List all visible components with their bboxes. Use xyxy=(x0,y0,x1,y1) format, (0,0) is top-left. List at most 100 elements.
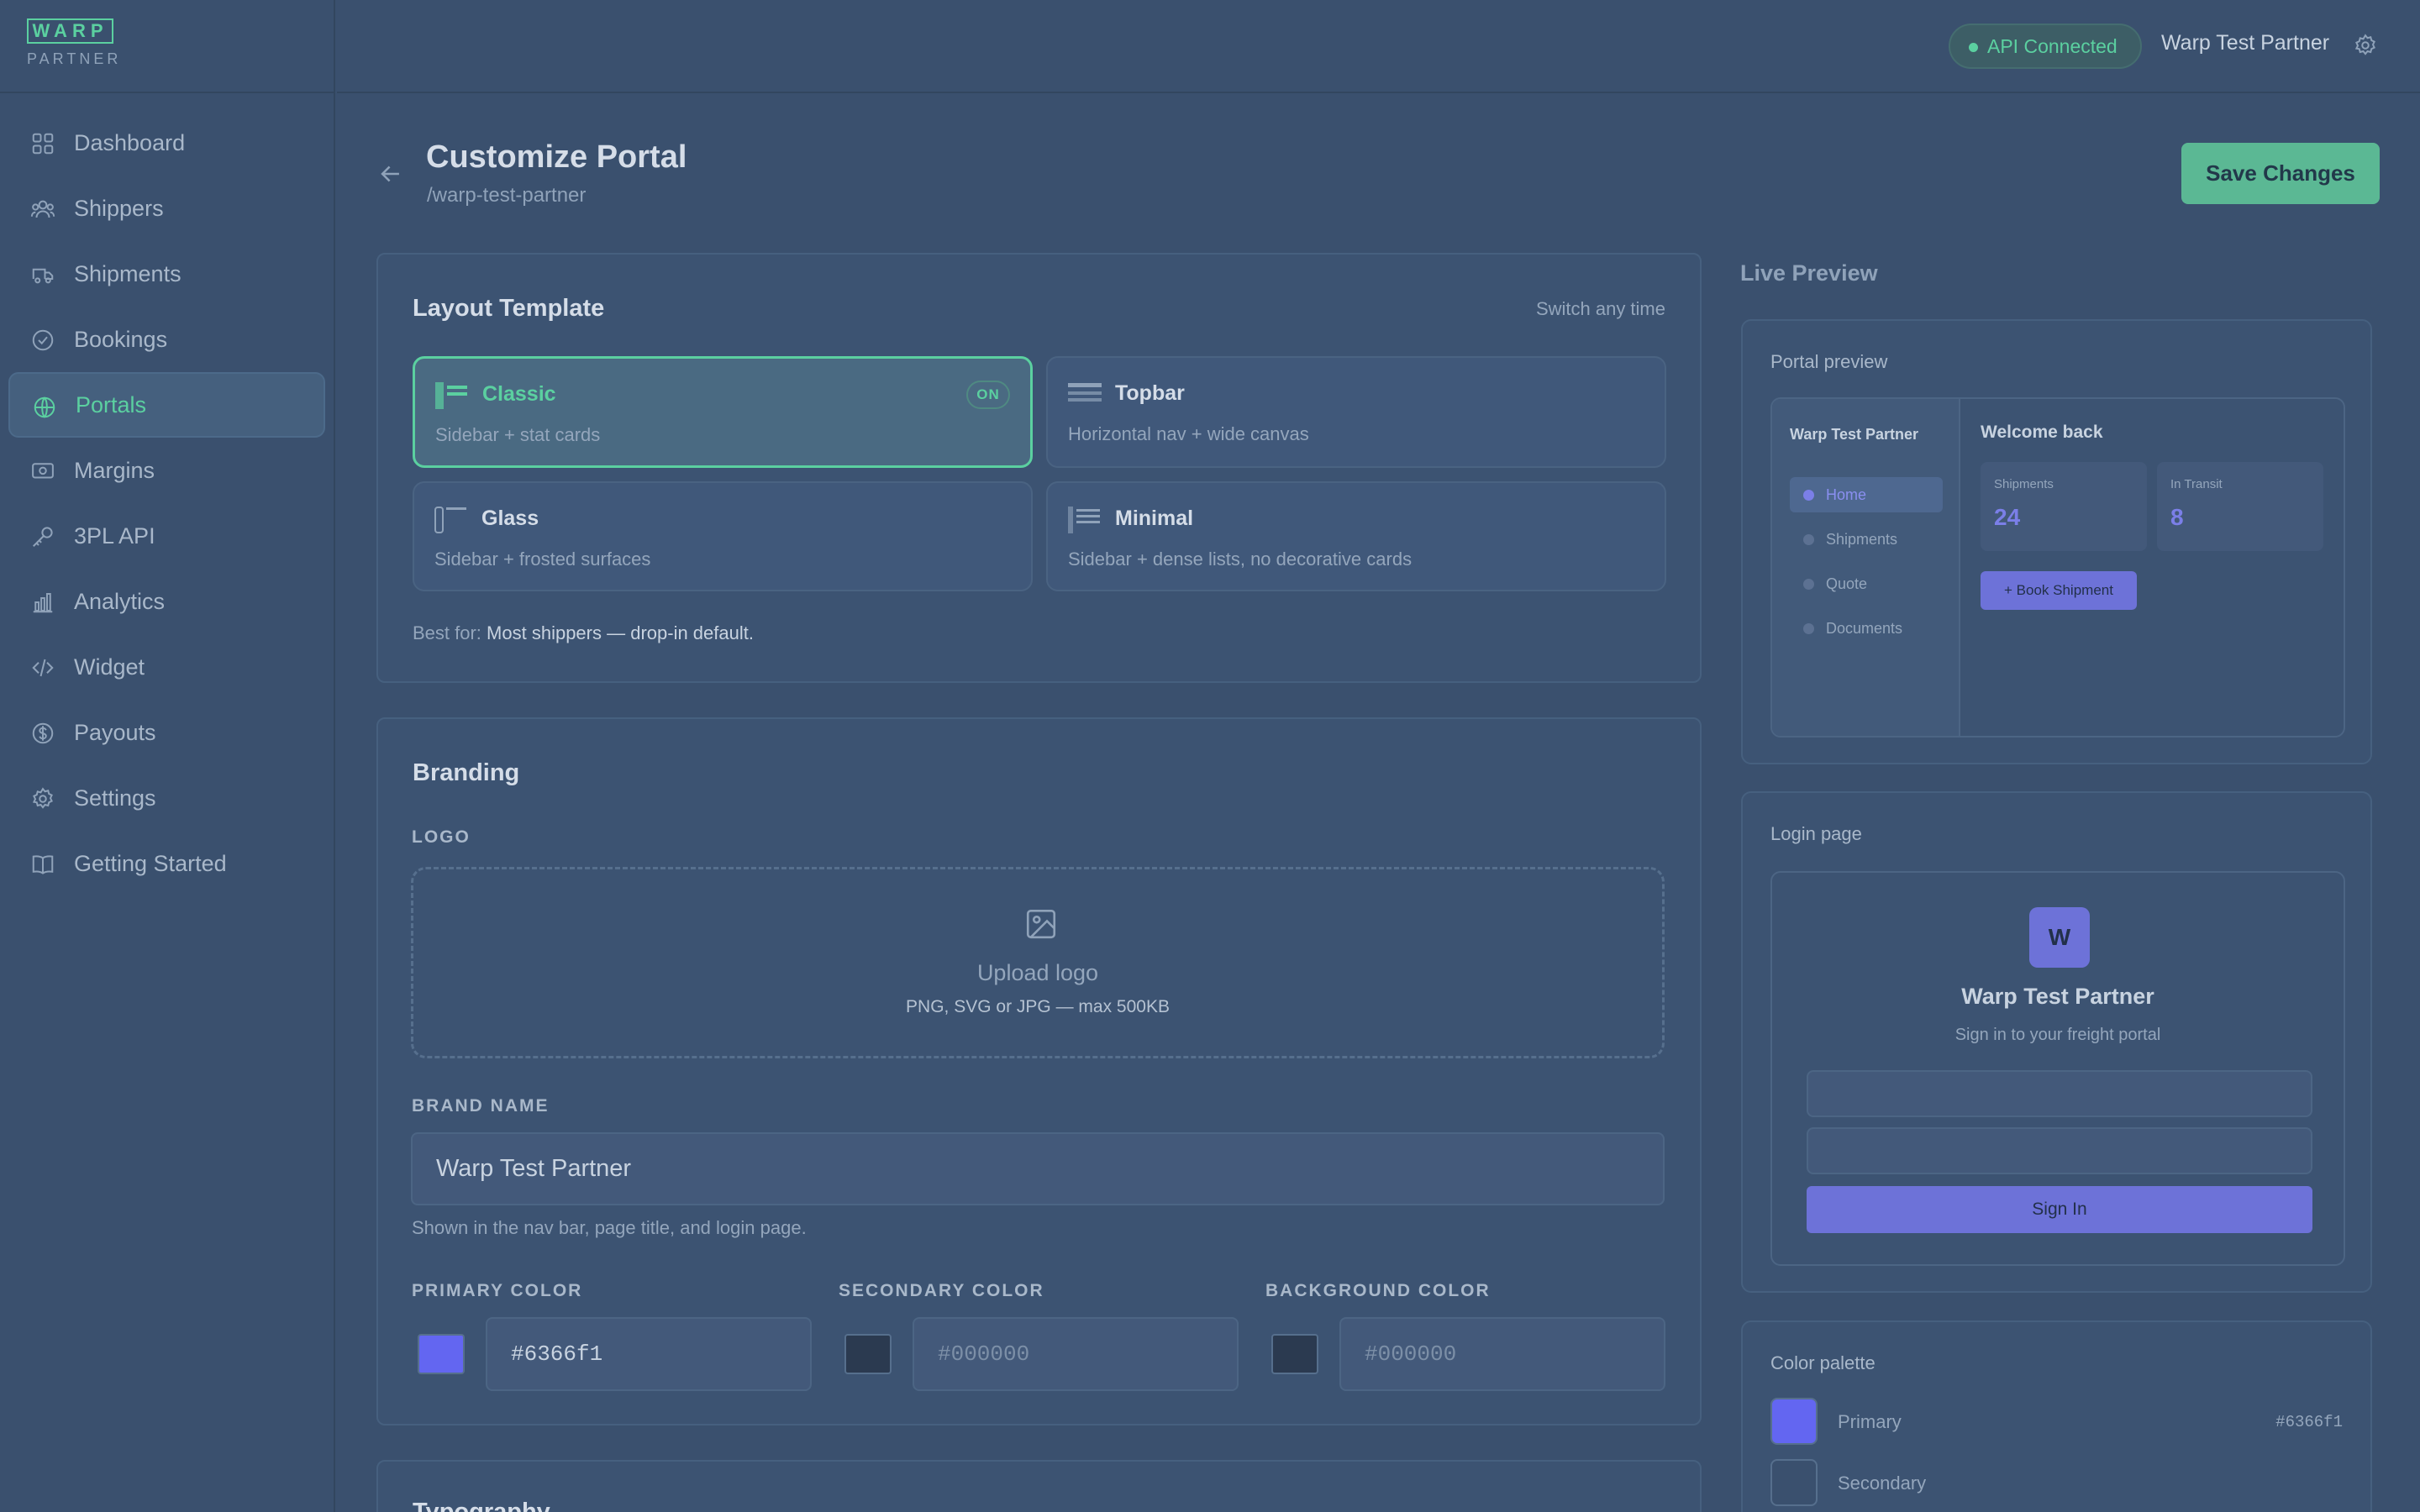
brand-name-hint: Shown in the nav bar, page title, and lo… xyxy=(412,1217,807,1238)
sidebar-nav: Dashboard Shippers Shipments Bookings Po… xyxy=(0,93,334,896)
api-status-label: API Connected xyxy=(1987,34,2118,57)
login-email-field xyxy=(1807,1070,2312,1117)
sidebar-item-dashboard[interactable]: Dashboard xyxy=(8,110,325,176)
sidebar-item-payouts[interactable]: Payouts xyxy=(8,700,325,765)
logo-label: LOGO xyxy=(412,827,471,847)
template-minimal[interactable]: Minimal Sidebar + dense lists, no decora… xyxy=(1046,481,1666,591)
logo-upload-dropzone[interactable]: Upload logo PNG, SVG or JPG — max 500KB xyxy=(411,867,1665,1058)
truck-icon xyxy=(30,262,55,287)
template-description: Horizontal nav + wide canvas xyxy=(1068,423,1309,444)
typography-card: Typography xyxy=(376,1460,1702,1512)
sidebar-item-label: Portals xyxy=(76,391,147,417)
palette-name: Primary xyxy=(1838,1411,1902,1432)
color-palette-label: Color palette xyxy=(1770,1352,1876,1373)
stat-value: 8 xyxy=(2170,504,2184,530)
active-badge: ON xyxy=(966,381,1010,409)
login-brand: Warp Test Partner xyxy=(1961,984,2154,1009)
mock-nav-item: Shipments xyxy=(1790,522,1943,557)
color-palette-card: Color palette Primary #6366f1 Secondary xyxy=(1741,1320,2372,1512)
minimal-layout-icon xyxy=(1068,507,1102,533)
sidebar-item-label: Shipments xyxy=(74,260,182,286)
section-title: Typography xyxy=(413,1499,550,1512)
sidebar-item-label: Widget xyxy=(74,654,145,680)
primary-color-input[interactable]: #6366f1 xyxy=(486,1317,812,1391)
primary-color-label: PRIMARY COLOR xyxy=(412,1281,583,1300)
brand-name-label: BRAND NAME xyxy=(412,1096,550,1116)
key-icon xyxy=(30,524,55,549)
save-changes-button[interactable]: Save Changes xyxy=(2181,143,2380,204)
glass-layout-icon xyxy=(434,507,468,533)
sidebar-item-3pl-api[interactable]: 3PL API xyxy=(8,503,325,569)
bar-chart-icon xyxy=(30,590,55,615)
sidebar-item-settings[interactable]: Settings xyxy=(8,765,325,831)
sidebar-item-widget[interactable]: Widget xyxy=(8,634,325,700)
template-name: Topbar xyxy=(1115,381,1185,405)
sidebar-item-label: Bookings xyxy=(74,326,168,352)
secondary-color-swatch[interactable] xyxy=(844,1334,892,1374)
sidebar-item-label: 3PL API xyxy=(74,522,155,549)
login-signin-button: Sign In xyxy=(1807,1186,2312,1233)
sidebar-item-label: Shippers xyxy=(74,195,164,221)
background-color-swatch[interactable] xyxy=(1271,1334,1318,1374)
topbar: API Connected Warp Test Partner xyxy=(337,0,2420,93)
brand-name-input[interactable]: Warp Test Partner xyxy=(411,1132,1665,1205)
primary-color-swatch[interactable] xyxy=(418,1334,465,1374)
palette-swatch xyxy=(1770,1459,1818,1506)
mock-nav-label: Documents xyxy=(1826,620,1903,637)
user-name[interactable]: Warp Test Partner xyxy=(2161,31,2329,55)
mock-nav-item: Quote xyxy=(1790,566,1943,601)
template-classic[interactable]: Classic ON Sidebar + stat cards xyxy=(413,356,1033,468)
live-preview-title: Live Preview xyxy=(1740,260,1878,286)
secondary-color-label: SECONDARY COLOR xyxy=(839,1281,1044,1300)
sidebar-item-label: Settings xyxy=(74,785,156,811)
background-color-input[interactable]: #000000 xyxy=(1339,1317,1665,1391)
mock-stat-card: In Transit 8 xyxy=(2157,462,2323,551)
portal-slug: /warp-test-partner xyxy=(427,184,587,207)
book-icon xyxy=(30,852,55,877)
background-color-label: BACKGROUND COLOR xyxy=(1265,1281,1491,1300)
dollar-circle-icon xyxy=(30,721,55,746)
mock-nav-label: Shipments xyxy=(1826,531,1898,548)
sidebar-item-getting-started[interactable]: Getting Started xyxy=(8,831,325,896)
sidebar-item-analytics[interactable]: Analytics xyxy=(8,569,325,634)
mock-nav-item: Home xyxy=(1790,477,1943,512)
template-description: Sidebar + frosted surfaces xyxy=(434,549,651,570)
sidebar-item-shipments[interactable]: Shipments xyxy=(8,241,325,307)
sidebar-item-label: Getting Started xyxy=(74,850,227,876)
login-password-field xyxy=(1807,1127,2312,1174)
sidebar-item-shippers[interactable]: Shippers xyxy=(8,176,325,241)
image-icon xyxy=(1023,906,1059,942)
template-description: Sidebar + stat cards xyxy=(435,424,601,445)
best-for-note: Best for: Most shippers — drop-in defaul… xyxy=(413,622,754,644)
login-preview-label: Login page xyxy=(1770,823,1862,844)
sidebar-item-margins[interactable]: Margins xyxy=(8,438,325,503)
template-glass[interactable]: Glass Sidebar + frosted surfaces xyxy=(413,481,1033,591)
template-name: Minimal xyxy=(1115,507,1194,530)
login-preview-card: Login page W Warp Test Partner Sign in t… xyxy=(1741,791,2372,1293)
secondary-color-input[interactable]: #000000 xyxy=(913,1317,1239,1391)
mock-stat-card: Shipments 24 xyxy=(1981,462,2147,551)
sidebar-item-bookings[interactable]: Bookings xyxy=(8,307,325,372)
sidebar-item-label: Margins xyxy=(74,457,155,483)
mock-nav-label: Quote xyxy=(1826,575,1868,592)
template-topbar[interactable]: Topbar Horizontal nav + wide canvas xyxy=(1046,356,1666,468)
mock-nav-item: Documents xyxy=(1790,611,1943,646)
gear-icon xyxy=(30,786,55,811)
sidebar-layout-icon xyxy=(435,382,469,409)
topbar-layout-icon xyxy=(1068,381,1102,408)
sidebar-item-portals[interactable]: Portals xyxy=(8,372,325,438)
gear-icon[interactable] xyxy=(2353,33,2378,58)
brand-subtitle: PARTNER xyxy=(27,50,122,67)
brand-logo[interactable]: WARP xyxy=(27,18,113,44)
mock-nav-label: Home xyxy=(1826,486,1867,503)
sidebar-item-label: Payouts xyxy=(74,719,156,745)
stat-label: In Transit xyxy=(2170,477,2223,491)
portal-preview-card: Portal preview Warp Test Partner Home Sh… xyxy=(1741,319,2372,764)
login-avatar: W xyxy=(2029,907,2090,968)
status-dot-icon xyxy=(1969,43,1978,52)
palette-swatch xyxy=(1770,1398,1818,1445)
back-arrow-icon[interactable] xyxy=(376,160,405,188)
sidebar: WARP PARTNER Dashboard Shippers Shipment… xyxy=(0,0,335,1512)
portal-preview-label: Portal preview xyxy=(1770,351,1888,372)
api-status-badge: API Connected xyxy=(1949,24,2142,69)
